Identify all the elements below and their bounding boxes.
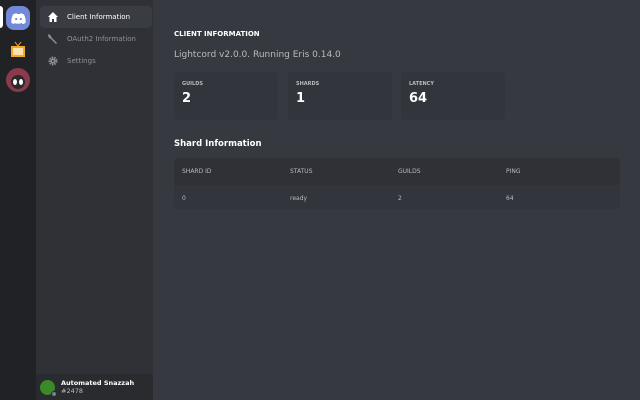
column-header: PING — [498, 168, 606, 175]
gear-icon — [47, 55, 59, 67]
page-title: CLIENT INFORMATION — [174, 30, 260, 38]
sidebar-item-label: Settings — [67, 57, 96, 65]
username: Automated Snazzah — [61, 379, 134, 387]
status-indicator — [51, 391, 57, 397]
sidebar-item-oauth2-information[interactable]: OAuth2 Information — [40, 28, 152, 50]
guild-tv-icon[interactable] — [6, 38, 30, 62]
table-cell: 2 — [390, 195, 498, 202]
shard-table: SHARD ID STATUS GUILDS PING 0 ready 2 64 — [174, 158, 620, 209]
stat-label: GUILDS — [182, 81, 270, 87]
sidebar-item-label: OAuth2 Information — [67, 35, 136, 43]
home-icon — [47, 11, 59, 23]
stat-value: 2 — [182, 91, 270, 106]
column-header: SHARD ID — [174, 168, 282, 175]
sidebar-item-settings[interactable]: Settings — [40, 50, 152, 72]
avatar[interactable] — [40, 380, 55, 395]
home-discord-button[interactable] — [6, 6, 30, 30]
sidebar-item-client-information[interactable]: Client Information — [40, 6, 152, 28]
stat-card-shards: SHARDS 1 — [288, 72, 392, 120]
table-cell: 0 — [174, 195, 282, 202]
stat-card-guilds: GUILDS 2 — [174, 72, 278, 120]
table-row: 0 ready 2 64 — [174, 185, 620, 209]
guild-avatar-icon[interactable] — [6, 68, 30, 92]
table-cell: 64 — [498, 195, 606, 202]
settings-sidebar: Client Information OAuth2 Information Se… — [36, 0, 153, 400]
stat-card-latency: LATENCY 64 — [401, 72, 505, 120]
table-header: SHARD ID STATUS GUILDS PING — [174, 158, 620, 185]
guild-bar — [0, 0, 36, 400]
table-cell: ready — [282, 195, 390, 202]
selected-indicator — [0, 6, 3, 28]
stat-label: SHARDS — [296, 81, 384, 87]
user-discriminator: #2478 — [61, 387, 134, 395]
user-panel: Automated Snazzah #2478 — [36, 374, 153, 400]
stat-label: LATENCY — [409, 81, 497, 87]
stat-value: 1 — [296, 91, 384, 106]
discord-logo-icon — [11, 13, 26, 24]
version-text: Lightcord v2.0.0. Running Eris 0.14.0 — [174, 50, 341, 60]
stat-value: 64 — [409, 91, 497, 106]
shard-section-title: Shard Information — [174, 139, 262, 149]
sidebar-item-label: Client Information — [67, 13, 130, 21]
column-header: GUILDS — [390, 168, 498, 175]
column-header: STATUS — [282, 168, 390, 175]
wrench-icon — [47, 33, 59, 45]
